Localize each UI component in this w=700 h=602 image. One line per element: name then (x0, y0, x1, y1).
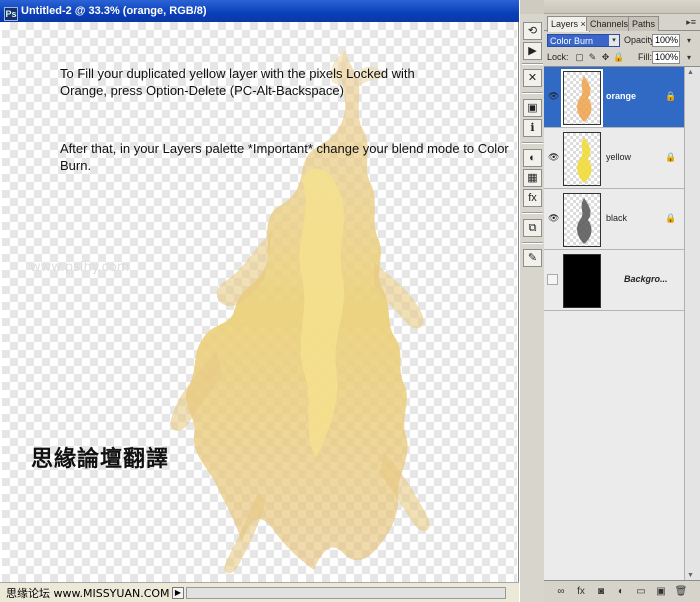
panel-menu-icon[interactable]: ▸≡ (686, 17, 696, 28)
lock-image-icon[interactable]: ✎ (587, 52, 598, 63)
mask-icon[interactable]: ◙ (594, 585, 608, 598)
scroll-down-icon[interactable]: ▼ (687, 572, 694, 579)
color-icon[interactable]: ◐ (523, 149, 542, 167)
adjustment-icon[interactable]: ◐ (614, 585, 628, 598)
fill-slider-arrow-icon[interactable]: ▾ (683, 51, 695, 64)
visibility-eye-icon[interactable]: 👁 (548, 213, 559, 223)
layer-row-black[interactable]: 👁 black 🔒 (544, 189, 684, 250)
layer-lock-icon: 🔒 (665, 213, 677, 223)
fill-field[interactable]: 100% (652, 51, 680, 64)
blend-mode-select[interactable]: Color Burn ▾ (547, 34, 620, 47)
group-icon[interactable]: ▭ (634, 585, 648, 598)
ps-doc-icon: Ps (4, 7, 18, 21)
navigator-icon[interactable]: ▣ (523, 99, 542, 117)
palette-well-strip: ⟲ ▶ ✕ ▣ ℹ ◐ ▦ fx ⧉ ✎ (519, 0, 544, 602)
strip-grip[interactable] (520, 0, 544, 14)
trash-icon[interactable]: 🗑 (674, 585, 688, 598)
tab-paths[interactable]: Paths (628, 16, 660, 31)
lock-transparency-icon[interactable]: ▢ (574, 52, 585, 63)
layers-panel: Layers × Channels Paths ▸≡ Color Burn ▾ … (544, 0, 700, 602)
layer-comps-icon[interactable]: ⧉ (523, 219, 542, 237)
lock-all-icon[interactable]: 🔒 (613, 52, 624, 63)
status-text: 思缘论坛 www.MISSYUAN.COM (6, 587, 170, 600)
actions-icon[interactable]: ▶ (523, 42, 542, 60)
fx-icon[interactable]: fx (574, 585, 588, 598)
brushes-icon[interactable]: ✎ (523, 249, 542, 267)
layer-list: 👁 orange 🔒 👁 yellow 🔒 👁 black 🔒 Backgro.… (544, 66, 700, 581)
horizontal-scrollbar[interactable] (186, 587, 506, 599)
watermark-text: www.pslhy.com (30, 260, 130, 275)
layer-lock-icon: 🔒 (665, 91, 677, 101)
document-status-bar: 思缘论坛 www.MISSYUAN.COM ▶ (0, 582, 519, 602)
document-titlebar[interactable]: Ps Untitled-2 @ 33.3% (orange, RGB/8) (0, 0, 519, 22)
strip-separator (522, 212, 543, 214)
swatches-icon[interactable]: ▦ (523, 169, 542, 187)
strip-separator (522, 63, 543, 65)
layer-list-scrollbar[interactable]: ▲ ▼ (684, 67, 700, 581)
tab-layers[interactable]: Layers × (547, 16, 590, 32)
layer-row-yellow[interactable]: 👁 yellow 🔒 (544, 128, 684, 189)
layer-thumbnail (561, 69, 603, 127)
history-icon[interactable]: ⟲ (523, 22, 542, 40)
opacity-field[interactable]: 100% (652, 34, 680, 47)
instruction-paragraph-1: To Fill your duplicated yellow layer wit… (60, 66, 415, 98)
thumb-flame-black (577, 198, 592, 244)
layer-thumbnail (563, 193, 601, 247)
visibility-eye-icon[interactable]: 👁 (548, 91, 559, 101)
status-arrow-button[interactable]: ▶ (172, 587, 184, 599)
link-icon[interactable]: ∞ (554, 585, 568, 598)
panel-grip[interactable] (544, 0, 700, 14)
strip-separator (522, 242, 543, 244)
thumb-flame-orange (577, 76, 592, 122)
lock-label: Lock: (547, 52, 569, 62)
chevron-down-icon[interactable]: ▾ (609, 35, 619, 46)
panel-tabs: Layers × Channels Paths ▸≡ (544, 14, 700, 32)
tab-channels[interactable]: Channels (586, 16, 633, 31)
document-title: Untitled-2 @ 33.3% (orange, RGB/8) (21, 5, 207, 17)
fire-artwork (170, 50, 430, 574)
opacity-slider-arrow-icon[interactable]: ▾ (683, 34, 695, 47)
blend-row: Color Burn ▾ Opacity: 100% ▾ (544, 32, 700, 50)
chinese-caption: 思緣論壇翻譯 (31, 446, 170, 472)
layer-thumbnail (563, 254, 601, 308)
layer-row-orange[interactable]: 👁 orange 🔒 (544, 67, 684, 128)
document-window: Ps Untitled-2 @ 33.3% (orange, RGB/8) To … (0, 0, 519, 602)
info-icon[interactable]: ℹ (523, 119, 542, 137)
blend-mode-value: Color Burn (550, 36, 594, 46)
visibility-toggle-box[interactable] (547, 274, 558, 285)
scroll-up-icon[interactable]: ▲ (687, 69, 694, 76)
fill-label: Fill: (638, 52, 652, 62)
layer-name: orange (606, 91, 637, 101)
layer-thumbnail (563, 132, 601, 186)
fire-main-body (185, 52, 408, 570)
lock-position-icon[interactable]: ✥ (600, 52, 611, 63)
panel-bottom-toolbar: ∞ fx ◙ ◐ ▭ ▣ 🗑 (544, 580, 700, 602)
layer-name: Backgro... (624, 274, 668, 284)
layer-name: black (606, 213, 628, 223)
canvas[interactable]: To Fill your duplicated yellow layer wit… (2, 22, 517, 582)
visibility-eye-icon[interactable]: 👁 (548, 152, 559, 162)
layer-lock-icon: 🔒 (665, 152, 677, 162)
tools-icon[interactable]: ✕ (523, 69, 542, 87)
strip-separator (522, 92, 543, 94)
instruction-paragraph-2: After that, in your Layers palette *Impo… (60, 141, 509, 173)
layer-name: yellow (606, 152, 632, 162)
new-layer-icon[interactable]: ▣ (654, 585, 668, 598)
lock-row: Lock: ▢ ✎ ✥ 🔒 Fill: 100% ▾ (544, 50, 700, 66)
styles-icon[interactable]: fx (523, 189, 542, 207)
thumb-flame-yellow (577, 137, 592, 183)
layer-row-background[interactable]: Backgro... (544, 250, 684, 311)
strip-separator (522, 142, 543, 144)
